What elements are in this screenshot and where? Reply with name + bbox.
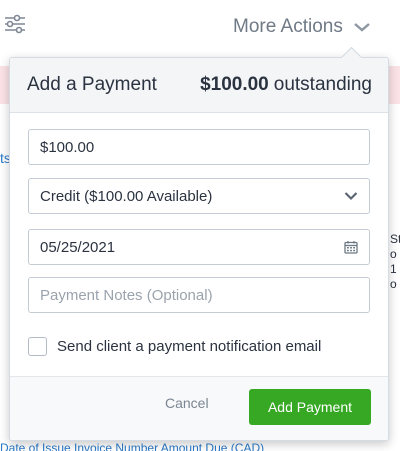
- payment-method-select[interactable]: Credit ($100.00 Available): [28, 178, 370, 214]
- cancel-button[interactable]: Cancel: [165, 395, 209, 411]
- outstanding-label: outstanding: [273, 74, 372, 95]
- amount-value: $100.00: [40, 138, 95, 156]
- invoice-table-header: Date of Issue Invoice Number Amount Due …: [0, 441, 265, 451]
- payment-method-value: Credit ($100.00 Available): [40, 187, 213, 205]
- notify-client-option[interactable]: Send client a payment notification email: [28, 337, 321, 356]
- add-payment-button[interactable]: Add Payment: [249, 389, 371, 425]
- amount-input[interactable]: $100.00: [28, 129, 370, 165]
- more-actions-label: More Actions: [233, 16, 343, 37]
- notify-client-checkbox[interactable]: [28, 337, 47, 356]
- payment-notes-placeholder: Payment Notes (Optional): [40, 286, 213, 304]
- popover-title: Add a Payment: [27, 74, 157, 95]
- popover-header: Add a Payment $100.00 outstanding: [10, 58, 388, 113]
- outstanding-amount: $100.00: [200, 74, 269, 95]
- filter-sliders-icon[interactable]: [4, 14, 26, 34]
- payment-date-input[interactable]: 05/25/2021: [28, 229, 370, 265]
- popover-footer: Cancel Add Payment: [10, 376, 388, 440]
- add-payment-popover: Add a Payment $100.00 outstanding $100.00…: [9, 57, 389, 441]
- more-actions-button[interactable]: More Actions: [233, 16, 371, 38]
- chevron-down-icon: [354, 23, 370, 32]
- notify-client-label: Send client a payment notification email: [57, 338, 322, 355]
- background-text-fragment: St o 1 o: [390, 232, 400, 291]
- chevron-down-icon: [344, 192, 358, 201]
- payment-notes-input[interactable]: Payment Notes (Optional): [28, 277, 370, 313]
- payment-date-value: 05/25/2021: [40, 238, 116, 256]
- outstanding-summary: $100.00 outstanding: [200, 74, 372, 96]
- calendar-icon[interactable]: [344, 240, 358, 254]
